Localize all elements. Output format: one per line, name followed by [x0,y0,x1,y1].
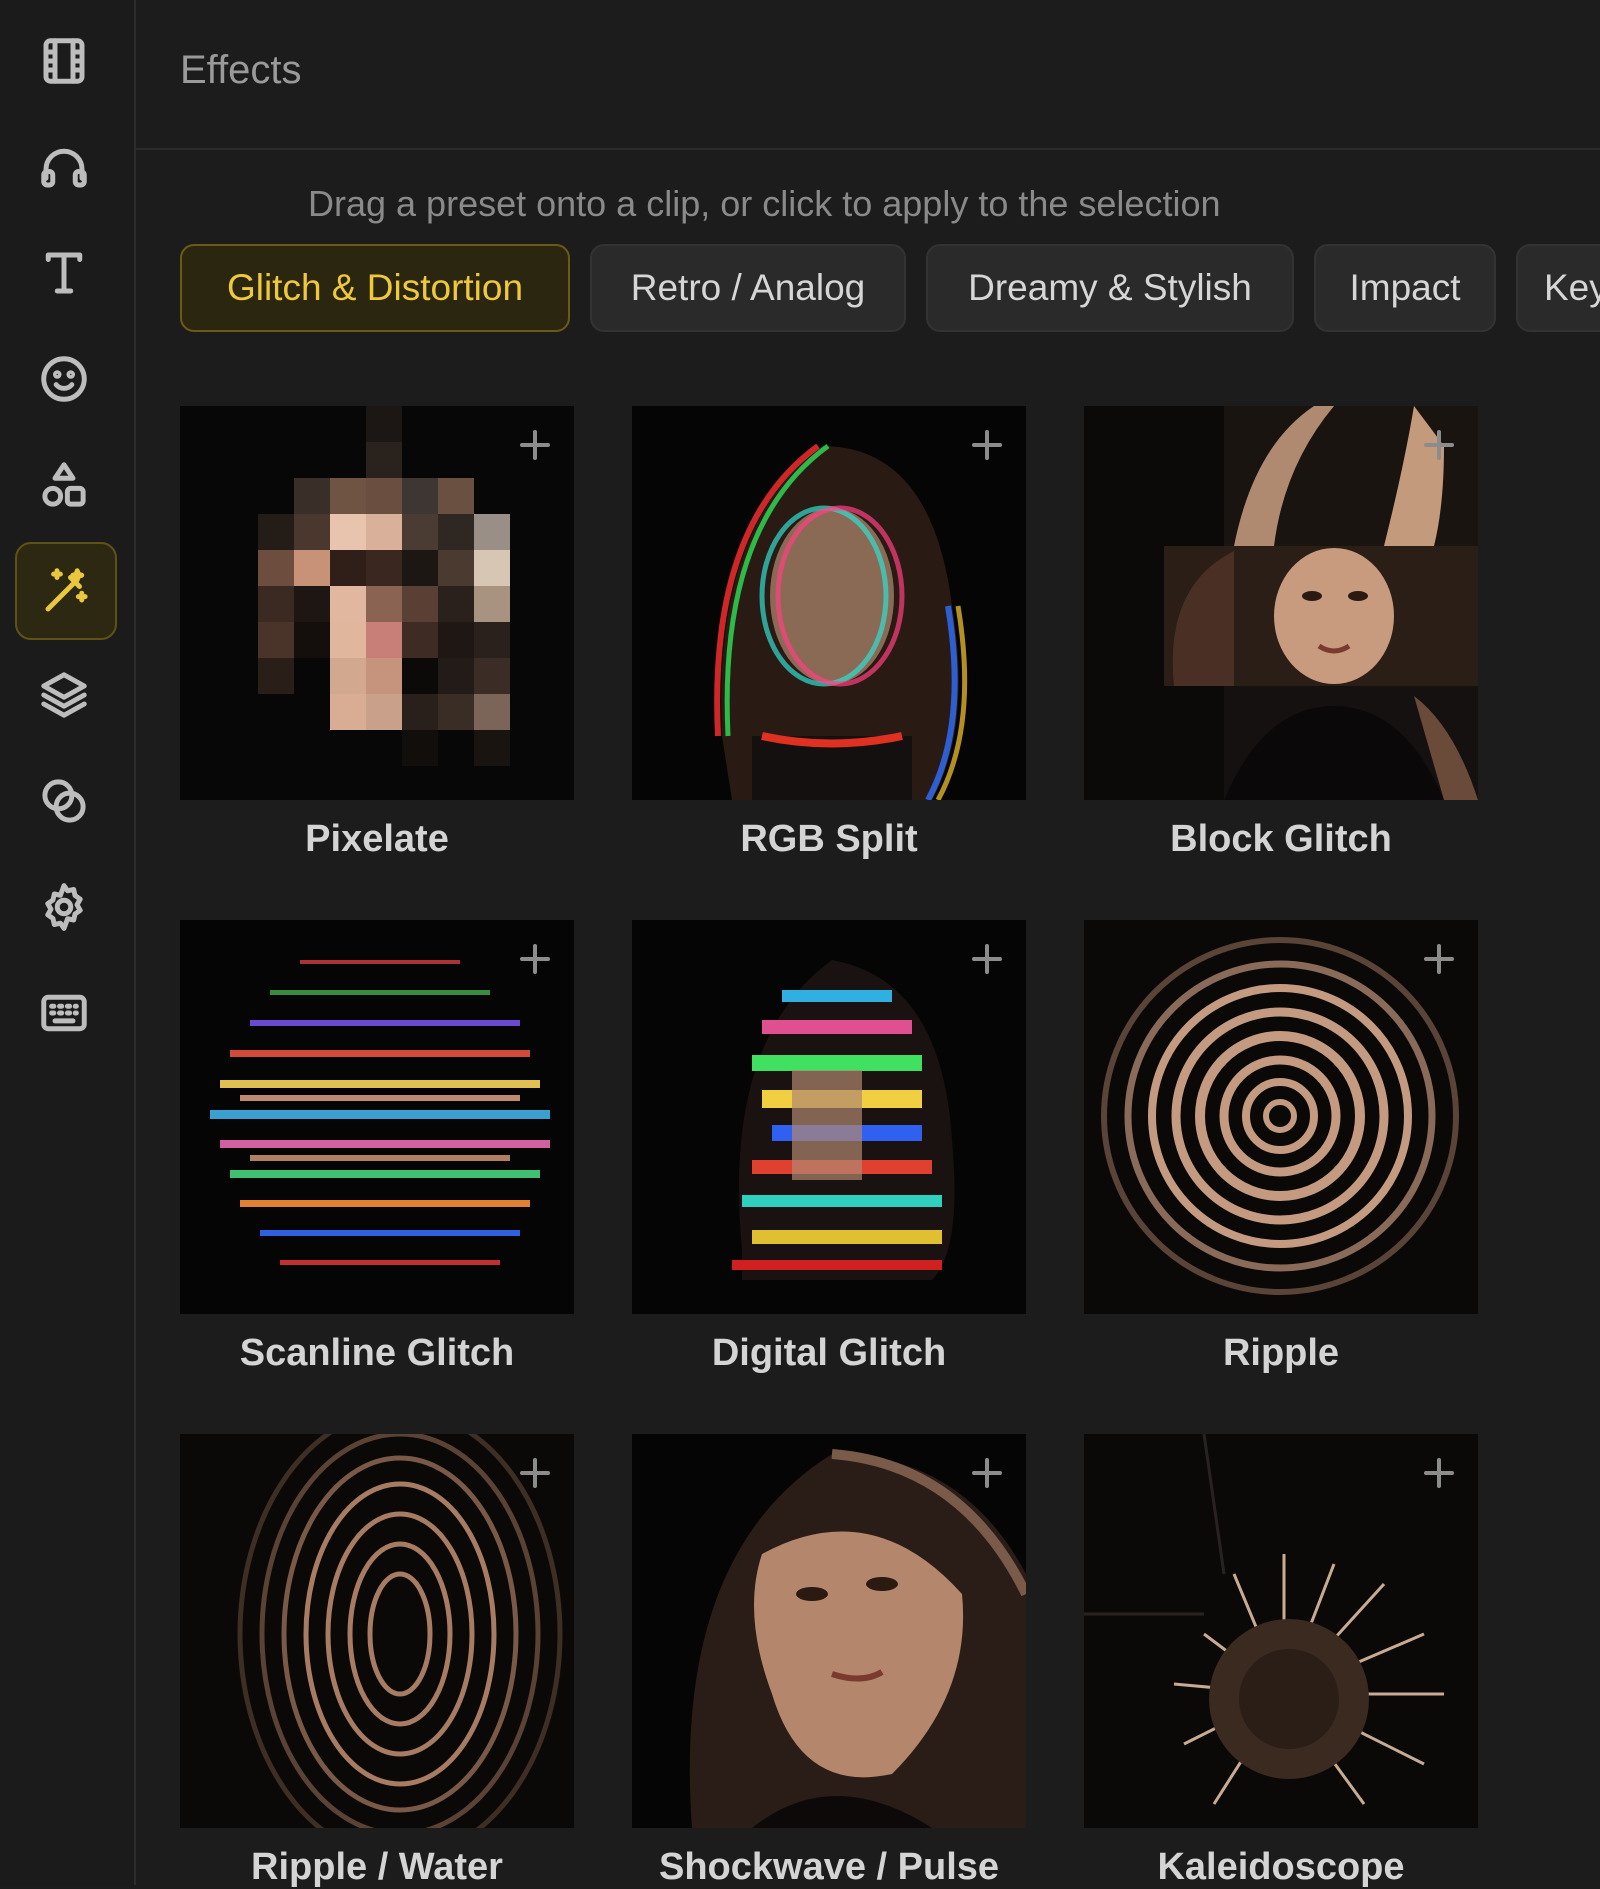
preset-card-shockwave-pulse[interactable]: Shockwave / Pulse [632,1434,1026,1889]
ripple-thumbnail-art [1084,920,1478,1314]
preset-card-ripple-water[interactable]: Ripple / Water [180,1434,574,1889]
keyboard-icon [41,994,87,1032]
preset-thumbnail [180,406,574,800]
preset-card-scanline-glitch[interactable]: Scanline Glitch [180,920,574,1375]
add-icon[interactable] [518,1456,552,1490]
preset-thumbnail [180,1434,574,1828]
tab-key[interactable]: Key [1516,244,1600,332]
preset-name: Block Glitch [1170,818,1392,860]
tab-glitch-distortion[interactable]: Glitch & Distortion [180,244,570,332]
preset-thumbnail [1084,406,1478,800]
sidebar-item-text[interactable] [15,226,113,320]
text-icon [45,252,83,294]
gear-icon [45,883,83,931]
film-icon [43,38,85,84]
ripple-water-thumbnail-art [180,1434,574,1828]
tab-impact[interactable]: Impact [1314,244,1496,332]
layers-icon [41,672,87,718]
sidebar-item-layers[interactable] [15,648,113,742]
sidebar-item-blend[interactable] [15,754,113,848]
scanline-glitch-thumbnail-art [180,920,574,1314]
shockwave-pulse-thumbnail-art [632,1434,1026,1828]
rgb-split-thumbnail-art [632,406,1026,800]
preset-name: Kaleidoscope [1157,1846,1405,1888]
magic-wand-icon [45,568,88,612]
add-icon[interactable] [970,942,1004,976]
preset-thumbnail [632,920,1026,1314]
preset-name: Pixelate [305,818,449,860]
shapes-icon [42,462,86,507]
preset-thumbnail [180,920,574,1314]
kaleidoscope-thumbnail-art [1084,1434,1478,1828]
preset-card-rgb-split[interactable]: RGB Split [632,406,1026,861]
add-icon[interactable] [970,428,1004,462]
preset-thumbnail [632,1434,1026,1828]
sidebar [0,0,136,1885]
preset-thumbnail [1084,1434,1478,1828]
add-icon[interactable] [518,428,552,462]
hint-text: Drag a preset onto a clip, or click to a… [308,183,1221,224]
panel-header: Effects [136,0,1600,150]
block-glitch-thumbnail-art [1084,406,1478,800]
preset-name: Shockwave / Pulse [658,1846,1000,1888]
sidebar-item-settings[interactable] [15,860,113,954]
preset-name: RGB Split [740,818,918,860]
sidebar-item-effects[interactable] [15,542,117,640]
preset-card-pixelate[interactable]: Pixelate [180,406,574,861]
preset-card-kaleidoscope[interactable]: Kaleidoscope [1084,1434,1478,1889]
preset-card-block-glitch[interactable]: Block Glitch [1084,406,1478,861]
preset-name: Ripple / Water [251,1846,503,1888]
smiley-icon [41,356,87,402]
blend-circles-icon [42,779,86,823]
category-tabs: Glitch & Distortion Retro / Analog Dream… [180,244,1600,336]
preset-name: Digital Glitch [711,1332,947,1374]
preset-thumbnail [632,406,1026,800]
preset-thumbnail [1084,920,1478,1314]
preset-card-digital-glitch[interactable]: Digital Glitch [632,920,1026,1375]
effects-panel: Effects Drag a preset onto a clip, or cl… [136,0,1600,1888]
digital-glitch-thumbnail-art [632,920,1026,1314]
sidebar-item-stickers[interactable] [15,332,113,426]
tab-retro-analog[interactable]: Retro / Analog [590,244,906,332]
add-icon[interactable] [1422,942,1456,976]
add-icon[interactable] [1422,428,1456,462]
sidebar-item-shapes[interactable] [15,438,113,532]
page-title: Effects [180,48,302,92]
sidebar-item-audio[interactable] [15,120,113,214]
add-icon[interactable] [970,1456,1004,1490]
preset-name: Scanline Glitch [239,1332,515,1374]
add-icon[interactable] [1422,1456,1456,1490]
headphones-icon [41,148,87,188]
preset-card-ripple[interactable]: Ripple [1084,920,1478,1375]
sidebar-item-shortcuts[interactable] [15,966,113,1060]
add-icon[interactable] [518,942,552,976]
tab-dreamy-stylish[interactable]: Dreamy & Stylish [926,244,1294,332]
sidebar-item-video[interactable] [15,14,113,108]
preset-name: Ripple [1222,1332,1340,1374]
pixelate-thumbnail-art [180,406,574,800]
